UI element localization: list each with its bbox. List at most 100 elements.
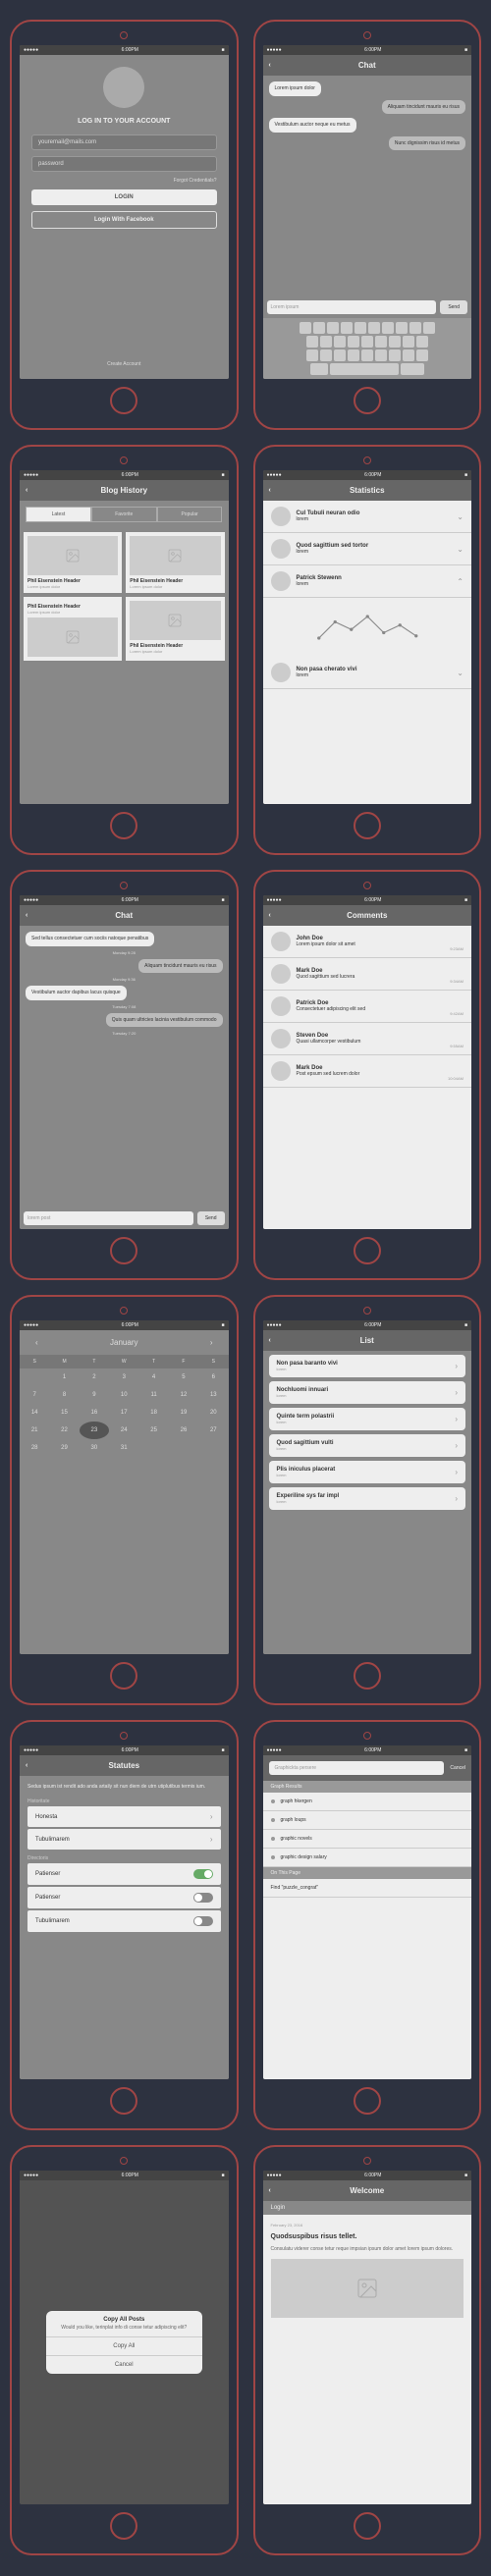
calendar-day[interactable]: 21 <box>20 1422 49 1439</box>
chat-input[interactable]: Lorem ipsum <box>267 300 437 314</box>
calendar-day[interactable]: 7 <box>20 1386 49 1404</box>
chat-input[interactable]: lorem post <box>24 1211 193 1225</box>
blog-card[interactable]: Phil Eisenstein HeaderLorem ipsum dolor <box>126 532 224 593</box>
blog-card[interactable]: Phil Eisenstein HeaderLorem ipsum dolor <box>24 532 122 593</box>
settings-row[interactable]: Patienser <box>27 1863 221 1885</box>
calendar-day[interactable]: 24 <box>109 1422 138 1439</box>
calendar-day[interactable]: 1 <box>49 1368 79 1386</box>
calendar-day[interactable]: 26 <box>169 1422 198 1439</box>
back-icon[interactable]: ‹ <box>269 62 271 69</box>
stats-row[interactable]: Cul Tubuli neuran odiolorem⌄ <box>263 501 472 533</box>
login-button[interactable]: LOGIN <box>31 189 217 205</box>
calendar-day[interactable]: 10 <box>109 1386 138 1404</box>
settings-row[interactable]: Honesta› <box>27 1806 221 1827</box>
status-bar: ●●●●●6:00PM■ <box>20 895 229 905</box>
keyboard[interactable] <box>263 318 472 379</box>
back-icon[interactable]: ‹ <box>269 1337 271 1344</box>
calendar-day[interactable]: 20 <box>198 1404 228 1422</box>
calendar-day[interactable]: 2 <box>80 1368 109 1386</box>
back-icon[interactable]: ‹ <box>26 487 27 494</box>
calendar-day[interactable]: 25 <box>138 1422 168 1439</box>
calendar-day[interactable]: 23 <box>80 1422 109 1439</box>
calendar-day[interactable]: 15 <box>49 1404 79 1422</box>
navbar: ‹Blog History <box>20 480 229 501</box>
group-label: Historitate <box>27 1798 221 1804</box>
calendar-day[interactable]: 17 <box>109 1404 138 1422</box>
search-result[interactable]: graph loups <box>263 1811 472 1830</box>
calendar-day[interactable]: 16 <box>80 1404 109 1422</box>
search-result[interactable]: graph hkergen <box>263 1793 472 1811</box>
cancel-button[interactable]: Cancel <box>46 2355 202 2374</box>
list-item[interactable]: Quinte term polastriilorem› <box>269 1408 466 1430</box>
comment-row[interactable]: Mark DoePost epsum sed lucrem dolor10:04… <box>263 1055 472 1088</box>
facebook-login-button[interactable]: Login With Facebook <box>31 211 217 229</box>
prev-month-icon[interactable]: ‹ <box>27 1338 46 1347</box>
send-button[interactable]: Send <box>440 300 467 314</box>
image-placeholder-icon <box>271 2259 464 2318</box>
calendar-day[interactable]: 11 <box>138 1386 168 1404</box>
send-button[interactable]: Send <box>197 1211 225 1225</box>
stats-row[interactable]: Quod sagittium sed tortorlorem⌄ <box>263 533 472 565</box>
email-field[interactable]: youremail@mails.com <box>31 134 217 150</box>
list-item[interactable]: Experiline sys far impllorem› <box>269 1487 466 1510</box>
back-icon[interactable]: ‹ <box>269 2187 271 2194</box>
back-icon[interactable]: ‹ <box>269 912 271 919</box>
blog-card[interactable]: Phil Eisenstein HeaderLorem ipsum dolor <box>126 597 224 661</box>
search-result[interactable]: graphic design salary <box>263 1849 472 1867</box>
list-item[interactable]: Non pasa baranto vivilorem› <box>269 1355 466 1377</box>
forgot-link[interactable]: Forgot Credentials? <box>174 178 217 184</box>
comment-row[interactable]: John DoeLorem ipsum dolor sit amet9:23AM <box>263 926 472 958</box>
tab-latest[interactable]: Latest <box>26 507 91 522</box>
calendar-day[interactable]: 13 <box>198 1386 228 1404</box>
settings-row[interactable]: Tubulimarem› <box>27 1829 221 1850</box>
comment-row[interactable]: Patrick DoeConsectetuer adipiscing elit … <box>263 991 472 1023</box>
calendar-day[interactable]: 4 <box>138 1368 168 1386</box>
cancel-button[interactable]: Cancel <box>450 1765 465 1771</box>
tab-favorite[interactable]: Favorite <box>91 507 157 522</box>
password-field[interactable]: password <box>31 156 217 172</box>
chevron-right-icon: › <box>210 1812 213 1821</box>
back-icon[interactable]: ‹ <box>26 1762 27 1769</box>
calendar-day[interactable]: 22 <box>49 1422 79 1439</box>
calendar-day[interactable]: 19 <box>169 1404 198 1422</box>
calendar-day[interactable]: 29 <box>49 1439 79 1457</box>
calendar-grid[interactable]: 1234567891011121314151617181920212223242… <box>20 1368 229 1469</box>
stats-row[interactable]: Patrick Stewennlorem⌃ <box>263 565 472 598</box>
comment-row[interactable]: Steven DoeQuasi ullamcorper vestibulum9:… <box>263 1023 472 1055</box>
calendar-day[interactable]: 6 <box>198 1368 228 1386</box>
settings-row[interactable]: Tubulimarem <box>27 1910 221 1932</box>
toggle-switch[interactable] <box>193 1916 213 1926</box>
list-item[interactable]: Plis iniculus placeratlorem› <box>269 1461 466 1483</box>
stats-row[interactable]: Non pasa cherato vivilorem⌄ <box>263 657 472 689</box>
back-icon[interactable]: ‹ <box>26 912 27 919</box>
calendar-day[interactable]: 3 <box>109 1368 138 1386</box>
back-icon[interactable]: ‹ <box>269 487 271 494</box>
calendar-day[interactable]: 31 <box>109 1439 138 1457</box>
calendar-day[interactable]: 5 <box>169 1368 198 1386</box>
search-result[interactable]: graphic novels <box>263 1830 472 1849</box>
calendar-day[interactable]: 28 <box>20 1439 49 1457</box>
tab-login[interactable]: Login <box>263 2201 472 2215</box>
tab-popular[interactable]: Popular <box>157 507 223 522</box>
list-item[interactable]: Nochluomi innuarilorem› <box>269 1381 466 1404</box>
toggle-switch[interactable] <box>193 1893 213 1903</box>
calendar-day[interactable]: 30 <box>80 1439 109 1457</box>
settings-row[interactable]: Patienser <box>27 1887 221 1908</box>
calendar-day[interactable]: 14 <box>20 1404 49 1422</box>
calendar-day[interactable]: 18 <box>138 1404 168 1422</box>
calendar-day[interactable]: 9 <box>80 1386 109 1404</box>
blog-card[interactable]: Phil Eisenstein HeaderLorem ipsum dolor <box>24 597 122 661</box>
calendar-day[interactable]: 8 <box>49 1386 79 1404</box>
copy-all-button[interactable]: Copy All <box>46 2336 202 2355</box>
calendar-day[interactable]: 12 <box>169 1386 198 1404</box>
calendar-day <box>20 1457 49 1469</box>
chevron-down-icon: ⌄ <box>457 512 464 521</box>
next-month-icon[interactable]: › <box>202 1338 221 1347</box>
comment-row[interactable]: Mark DoeQuod sagittium sed lucrera9:34AM <box>263 958 472 991</box>
search-input[interactable]: Graphickta persere <box>269 1761 445 1775</box>
list-item[interactable]: Quod sagittium vultilorem› <box>269 1434 466 1457</box>
create-account-link[interactable]: Create Account <box>107 361 140 367</box>
toggle-switch[interactable] <box>193 1869 213 1879</box>
calendar-day[interactable]: 27 <box>198 1422 228 1439</box>
find-on-page[interactable]: Find "puzzle_congrat" <box>263 1879 472 1898</box>
